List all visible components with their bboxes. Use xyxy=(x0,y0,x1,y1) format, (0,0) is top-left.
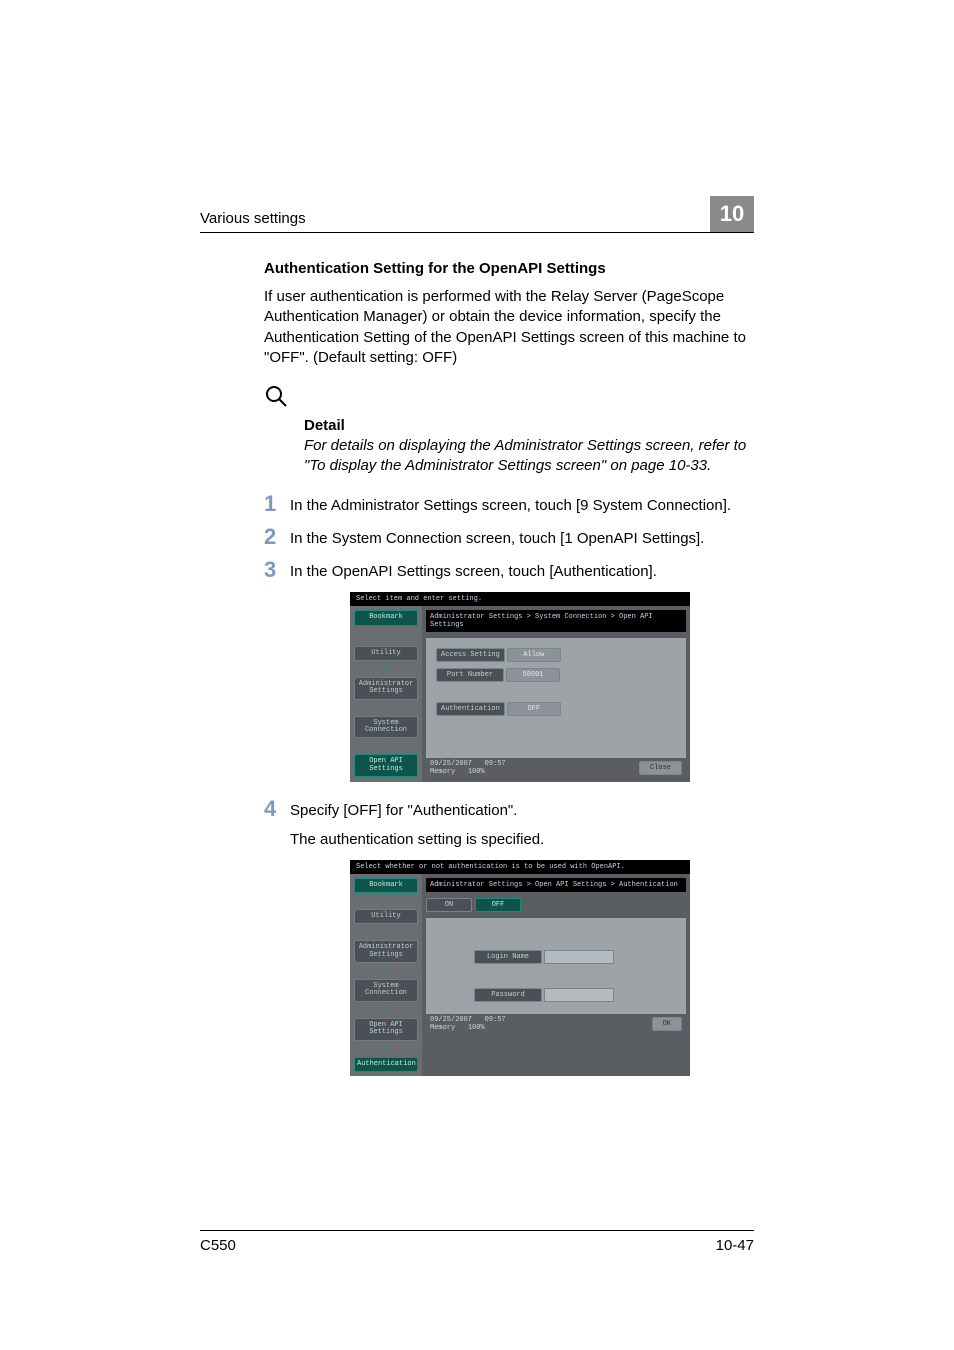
password-button[interactable]: Password xyxy=(474,988,542,1002)
step-text: In the Administrator Settings screen, to… xyxy=(290,496,731,516)
step-1: 1 In the Administrator Settings screen, … xyxy=(264,493,754,516)
printer-panel: Select item and enter setting. Bookmark … xyxy=(350,592,690,782)
authentication-value: OFF xyxy=(507,702,561,716)
step-number: 2 xyxy=(264,526,290,548)
status-time: 09:57 xyxy=(485,1016,506,1024)
detail-title: Detail xyxy=(304,417,754,434)
panel-breadcrumb: Administrator Settings > System Connecti… xyxy=(426,610,686,632)
subsection-heading: Authentication Setting for the OpenAPI S… xyxy=(264,260,754,277)
bookmark-button[interactable]: Bookmark xyxy=(354,610,418,625)
bookmark-button[interactable]: Bookmark xyxy=(354,878,418,893)
step-number: 1 xyxy=(264,493,290,515)
chevron-down-icon: ▾ xyxy=(354,742,418,750)
login-name-value xyxy=(544,950,614,964)
section-title: Various settings xyxy=(200,210,306,227)
status-left: 09/25/2007 09:57 Memory 100% xyxy=(430,760,506,776)
status-mem-value: 100% xyxy=(468,1024,485,1032)
footer-page-number: 10-47 xyxy=(716,1237,754,1254)
printer-panel: Select whether or not authentication is … xyxy=(350,860,690,1076)
openapi-settings-button[interactable]: Open API Settings xyxy=(354,754,418,777)
detail-body: For details on displaying the Administra… xyxy=(304,436,754,477)
panel-sidebar: Bookmark Utility ▾ Administrator Setting… xyxy=(350,874,422,1076)
panel-statusbar: 09/25/2007 09:57 Memory 100% Close xyxy=(426,758,686,778)
openapi-settings-button[interactable]: Open API Settings xyxy=(354,1018,418,1041)
ok-button[interactable]: OK xyxy=(652,1017,682,1031)
admin-settings-button[interactable]: Administrator Settings xyxy=(354,940,418,963)
system-connection-button[interactable]: System Connection xyxy=(354,716,418,739)
admin-settings-button[interactable]: Administrator Settings xyxy=(354,677,418,700)
status-mem-label: Memory xyxy=(430,768,455,776)
on-off-toggle: ON OFF xyxy=(426,898,686,912)
settings-panel: Access Setting Allow Port Number 50001 A… xyxy=(426,638,686,758)
password-value xyxy=(544,988,614,1002)
status-date: 09/25/2007 xyxy=(430,760,472,768)
step-4: 4 Specify [OFF] for "Authentication". Th… xyxy=(264,798,754,850)
step-text: In the System Connection screen, touch [… xyxy=(290,529,704,549)
step-4-line2: The authentication setting is specified. xyxy=(290,830,544,850)
step-4-line1: Specify [OFF] for "Authentication". xyxy=(290,801,544,821)
detail-block: Detail For details on displaying the Adm… xyxy=(264,384,754,477)
row-port-number: Port Number 50001 xyxy=(436,668,560,682)
login-name-button[interactable]: Login Name xyxy=(474,950,542,964)
row-access-setting: Access Setting Allow xyxy=(436,648,561,662)
off-button[interactable]: OFF xyxy=(475,898,521,912)
content: Authentication Setting for the OpenAPI S… xyxy=(200,260,754,1076)
panel-body: Bookmark Utility ▾ Administrator Setting… xyxy=(350,874,690,1076)
panel-main: Administrator Settings > Open API Settin… xyxy=(422,874,690,1076)
chevron-down-icon: ▾ xyxy=(354,928,418,936)
chapter-number-badge: 10 xyxy=(710,196,754,232)
chevron-down-icon: ▾ xyxy=(354,665,418,673)
system-connection-button[interactable]: System Connection xyxy=(354,979,418,1002)
status-left: 09/25/2007 09:57 Memory 100% xyxy=(430,1016,506,1032)
password-row: Password xyxy=(474,988,614,1002)
chevron-down-icon: ▾ xyxy=(354,704,418,712)
status-time: 09:57 xyxy=(485,760,506,768)
panel-title: Select item and enter setting. xyxy=(350,592,690,606)
panel-sidebar: Bookmark Utility ▾ Administrator Setting… xyxy=(350,606,422,782)
login-name-row: Login Name xyxy=(474,950,614,964)
step-number: 3 xyxy=(264,559,290,581)
step-3: 3 In the OpenAPI Settings screen, touch … xyxy=(264,559,754,582)
running-header: Various settings xyxy=(200,210,754,233)
authentication-tab-button[interactable]: Authentication xyxy=(354,1057,418,1072)
row-authentication: Authentication OFF xyxy=(436,702,561,716)
authentication-button[interactable]: Authentication xyxy=(436,702,505,716)
chevron-down-icon: ▾ xyxy=(354,967,418,975)
panel-title: Select whether or not authentication is … xyxy=(350,860,690,874)
panel-statusbar: 09/25/2007 09:57 Memory 100% OK xyxy=(426,1014,686,1034)
on-button[interactable]: ON xyxy=(426,898,472,912)
close-button[interactable]: Close xyxy=(639,761,682,775)
status-mem-value: 100% xyxy=(468,768,485,776)
chevron-down-icon: ▾ xyxy=(354,1045,418,1053)
footer-model: C550 xyxy=(200,1237,236,1254)
status-mem-label: Memory xyxy=(430,1024,455,1032)
page-footer: C550 10-47 xyxy=(200,1230,754,1254)
access-setting-value: Allow xyxy=(507,648,561,662)
step-2: 2 In the System Connection screen, touch… xyxy=(264,526,754,549)
utility-button[interactable]: Utility xyxy=(354,646,418,661)
magnifier-icon xyxy=(264,384,288,408)
chevron-down-icon: ▾ xyxy=(354,1006,418,1014)
page: Various settings 10 Authentication Setti… xyxy=(0,0,954,1350)
panel-main: Administrator Settings > System Connecti… xyxy=(422,606,690,782)
port-number-button[interactable]: Port Number xyxy=(436,668,504,682)
panel-breadcrumb: Administrator Settings > Open API Settin… xyxy=(426,878,686,892)
intro-paragraph: If user authentication is performed with… xyxy=(264,287,754,368)
panel-body: Bookmark Utility ▾ Administrator Setting… xyxy=(350,606,690,782)
step-number: 4 xyxy=(264,798,290,820)
auth-fields-panel: Login Name Password xyxy=(426,918,686,1014)
status-date: 09/25/2007 xyxy=(430,1016,472,1024)
screenshot-1: Select item and enter setting. Bookmark … xyxy=(350,592,754,782)
step-text: In the OpenAPI Settings screen, touch [A… xyxy=(290,562,657,582)
access-setting-button[interactable]: Access Setting xyxy=(436,648,505,662)
port-number-value: 50001 xyxy=(506,668,560,682)
step-text: Specify [OFF] for "Authentication". The … xyxy=(290,801,544,850)
screenshot-2: Select whether or not authentication is … xyxy=(350,860,754,1076)
utility-button[interactable]: Utility xyxy=(354,909,418,924)
